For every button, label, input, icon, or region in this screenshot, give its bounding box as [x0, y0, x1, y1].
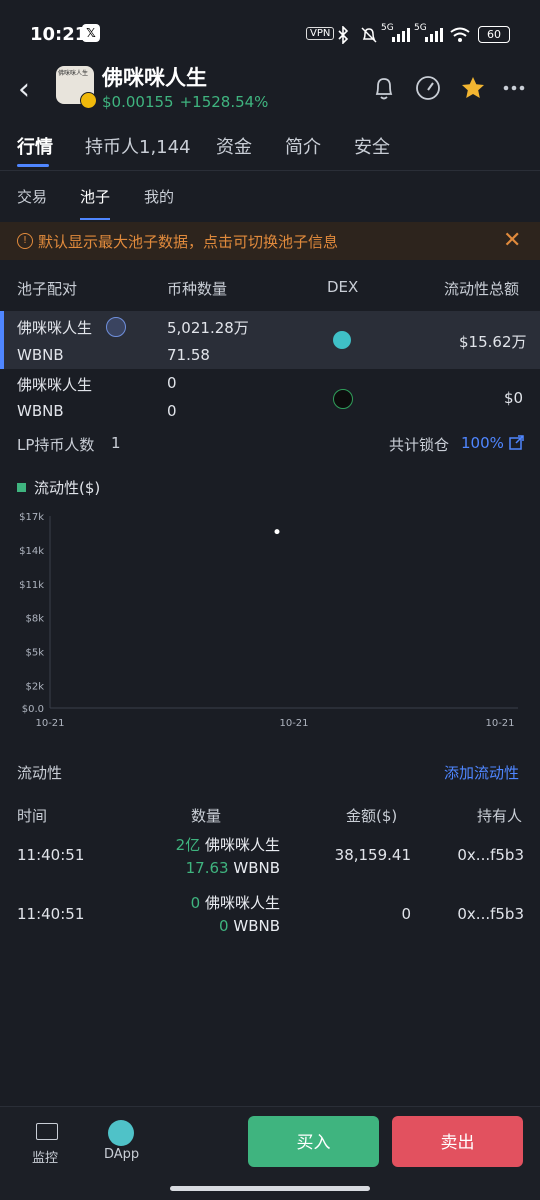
- pancakeswap-icon: [333, 331, 351, 349]
- selected-indicator: [0, 311, 4, 369]
- tab-market[interactable]: 行情: [17, 133, 53, 159]
- subtab-trade[interactable]: 交易: [17, 186, 47, 207]
- star-icon[interactable]: [459, 74, 487, 102]
- vpn-indicator: VPN: [306, 27, 335, 40]
- y-tick-label: $14k: [19, 546, 44, 557]
- bluetooth-icon: [338, 26, 349, 44]
- liquidity-title: 流动性: [17, 764, 63, 782]
- wifi-icon: [450, 27, 470, 42]
- notice-text: 默认显示最大池子数据，点击可切换池子信息: [38, 233, 339, 251]
- legend-swatch: [17, 483, 26, 492]
- col-header-holder: 持有人: [477, 807, 523, 825]
- subtab-mine[interactable]: 我的: [144, 186, 174, 207]
- divider: [0, 170, 540, 171]
- dapp-label[interactable]: DApp: [104, 1147, 139, 1162]
- home-indicator: [170, 1186, 370, 1191]
- external-link-icon[interactable]: [509, 435, 524, 450]
- pool-amount2: 0: [167, 402, 177, 420]
- more-icon[interactable]: [500, 74, 528, 102]
- y-tick-label: $2k: [25, 681, 44, 692]
- back-button[interactable]: ‹: [18, 72, 30, 107]
- status-bar: 10:21 𝕏 VPN 5G 5G 60: [0, 0, 540, 68]
- lock-label: 共计锁仓: [389, 436, 450, 454]
- pool-token: 佛咪咪人生: [17, 376, 93, 394]
- token-title: 佛咪咪人生: [102, 66, 207, 90]
- monitor-icon[interactable]: [36, 1123, 58, 1140]
- tab-security[interactable]: 安全: [354, 133, 390, 159]
- lp-holders-label: LP持币人数: [17, 436, 95, 454]
- lock-icon: [106, 317, 126, 337]
- legend-label: 流动性($): [34, 479, 101, 497]
- price-change: +1528.54%: [179, 93, 269, 111]
- pool-amount2: 71.58: [167, 346, 210, 364]
- y-tick-label: $11k: [19, 580, 44, 591]
- y-tick-label: $17k: [19, 512, 44, 523]
- x-tick-label: 10-21: [279, 718, 308, 729]
- pool-base: WBNB: [17, 402, 64, 420]
- monitor-label[interactable]: 监控: [32, 1147, 58, 1166]
- liq-time: 11:40:51: [17, 905, 85, 923]
- subtab-pool[interactable]: 池子: [80, 186, 110, 207]
- x-tick-label: 10-21: [485, 718, 514, 729]
- liq-amount: 0: [401, 905, 411, 923]
- dex-icon: [333, 389, 353, 409]
- pool-token: 佛咪咪人生: [17, 319, 93, 337]
- pool-total: $15.62万: [459, 333, 527, 351]
- clock: 10:21: [30, 24, 88, 45]
- col-header-amount: 金额($): [346, 807, 398, 825]
- lp-holders-count: 1: [111, 434, 121, 452]
- pool-amount1: 0: [167, 374, 177, 392]
- signal-icon: [392, 28, 410, 42]
- y-tick-label: $8k: [25, 614, 44, 625]
- col-header-time: 时间: [17, 807, 48, 825]
- price-line: $0.00155 +1528.54%: [102, 93, 268, 111]
- sell-button[interactable]: 卖出: [392, 1116, 523, 1167]
- col-header-pair: 池子配对: [17, 280, 78, 298]
- mute-icon: [361, 27, 377, 43]
- add-liquidity-button[interactable]: 添加流动性: [444, 762, 519, 783]
- col-header-qty: 数量: [191, 807, 222, 825]
- col-header-dex: DEX: [327, 278, 359, 296]
- x-tick-label: 10-21: [35, 718, 64, 729]
- close-icon[interactable]: ✕: [503, 228, 521, 253]
- tab-holders[interactable]: 持币人1,144: [85, 133, 191, 159]
- liq-time: 11:40:51: [17, 846, 85, 864]
- liq-qty: 0 佛咪咪人生 0 WBNB: [190, 894, 280, 935]
- battery-indicator: 60: [478, 26, 510, 43]
- y-tick-label: $0.0: [22, 704, 44, 715]
- liq-holder[interactable]: 0x...f5b3: [457, 846, 524, 864]
- pool-amount1: 5,021.28万: [167, 319, 249, 337]
- gauge-icon[interactable]: [414, 74, 442, 102]
- y-tick-label: $5k: [25, 648, 44, 659]
- x-app-icon: 𝕏: [82, 24, 100, 42]
- lock-percentage[interactable]: 100%: [461, 434, 504, 452]
- pool-total: $0: [504, 389, 524, 407]
- liq-holder[interactable]: 0x...f5b3: [457, 905, 524, 923]
- buy-button[interactable]: 买入: [248, 1116, 379, 1167]
- bell-icon[interactable]: [370, 74, 398, 102]
- liquidity-chart: $0.0 $2k $5k $8k $11k $14k $17k 10-21 10-21 10-21: [19, 512, 518, 729]
- signal-icon-2: [425, 28, 443, 42]
- token-price: $0.00155: [102, 93, 174, 111]
- liq-qty: 2亿 佛咪咪人生 17.63 WBNB: [175, 836, 280, 877]
- bnb-chain-badge-icon: [80, 92, 97, 109]
- data-point: [274, 529, 280, 535]
- dapp-icon[interactable]: [108, 1120, 134, 1146]
- main-tab-indicator: [17, 164, 49, 167]
- liq-amount: 38,159.41: [334, 846, 411, 864]
- info-icon: !: [17, 233, 33, 249]
- col-header-amount: 币种数量: [167, 280, 228, 298]
- col-header-liquidity: 流动性总额: [444, 280, 520, 298]
- tab-intro[interactable]: 简介: [285, 133, 321, 159]
- sub-tab-indicator: [80, 218, 110, 220]
- pool-base: WBNB: [17, 346, 64, 364]
- tab-funds[interactable]: 资金: [216, 133, 252, 159]
